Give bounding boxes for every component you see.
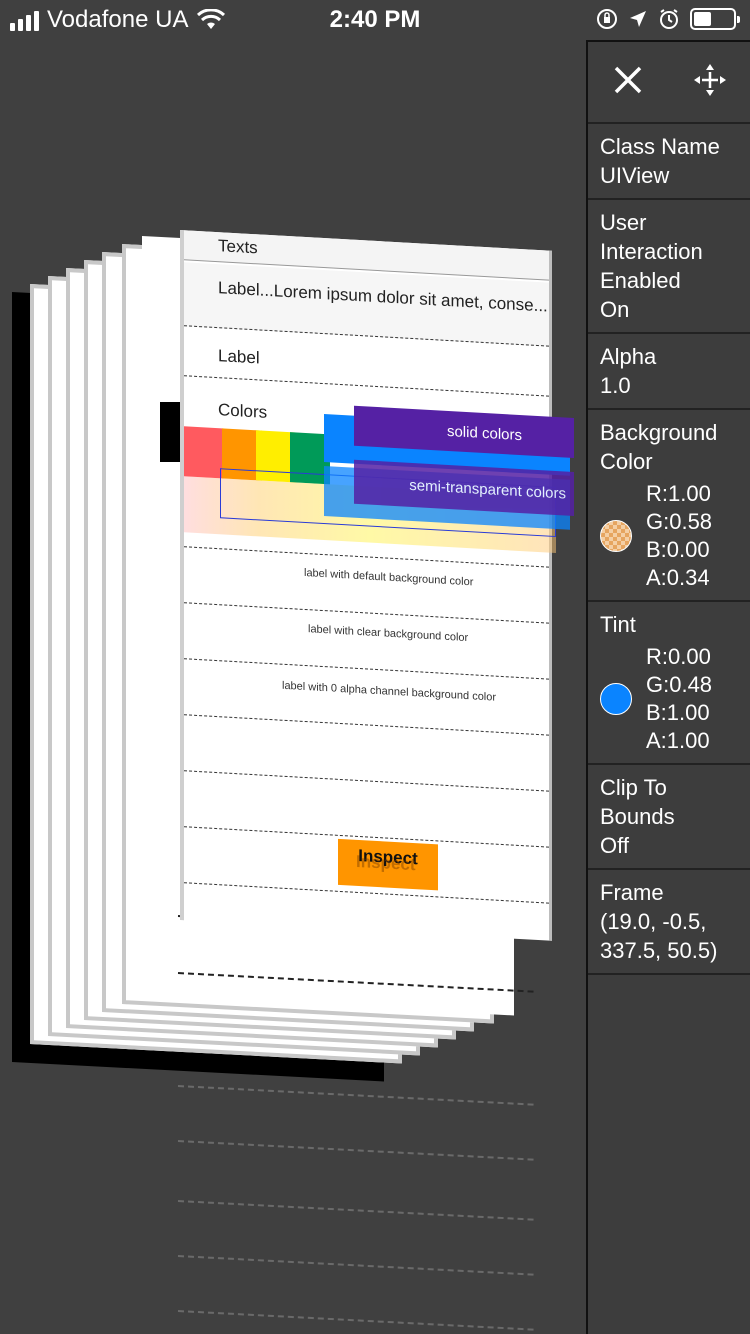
separator-line xyxy=(177,1255,534,1276)
label-default-bg: label with default background color xyxy=(304,566,474,589)
location-icon xyxy=(630,11,646,27)
background-color-label: Background Color xyxy=(600,420,718,474)
background-color-b: B:0.00 xyxy=(646,537,710,562)
user-interaction-section: User Interaction Enabled On xyxy=(588,200,750,334)
background-color-g: G:0.58 xyxy=(646,509,713,534)
user-interaction-value: On xyxy=(600,297,630,322)
clip-to-bounds-value: Off xyxy=(600,833,629,858)
view-hierarchy-3d-scene[interactable]: Texts Label...Lorem ipsum dolor sit amet… xyxy=(0,40,586,1334)
inspect-button-ghost-label: Inspect xyxy=(356,851,416,875)
alarm-icon xyxy=(660,9,678,29)
tint-b: B:1.00 xyxy=(646,700,710,725)
clip-to-bounds-section: Clip To Bounds Off xyxy=(588,765,750,870)
separator-line xyxy=(177,1200,534,1221)
background-color-a: A:0.34 xyxy=(646,565,710,590)
tint-section: Tint R:0.00 G:0.48 B:1.00 A:1.00 xyxy=(588,602,750,765)
alpha-value: 1.0 xyxy=(600,373,631,398)
front-layer[interactable]: Texts Label...Lorem ipsum dolor sit amet… xyxy=(180,230,574,941)
tint-g: G:0.48 xyxy=(646,672,713,697)
tint-label: Tint xyxy=(600,612,636,637)
orientation-lock-icon xyxy=(597,9,617,29)
background-color-swatch xyxy=(600,520,632,552)
label-clear-bg: label with clear background color xyxy=(308,623,469,645)
user-interaction-label: User Interaction Enabled xyxy=(600,210,703,293)
separator-line xyxy=(177,1310,534,1331)
semi-transparent-colors-label: semi-transparent colors xyxy=(409,476,566,503)
close-icon[interactable] xyxy=(608,60,648,100)
frame-label: Frame xyxy=(600,880,664,905)
alpha-label: Alpha xyxy=(600,344,657,369)
frame-section: Frame (19.0, -0.5, 337.5, 50.5) xyxy=(588,870,750,975)
tint-a: A:1.00 xyxy=(646,728,710,753)
section-title-texts: Texts xyxy=(218,236,258,258)
clip-to-bounds-label: Clip To Bounds xyxy=(600,775,675,829)
alpha-section: Alpha 1.0 xyxy=(588,334,750,410)
separator-line xyxy=(177,1085,534,1106)
solid-colors-label: solid colors xyxy=(446,422,522,445)
class-name-section: Class Name UIView xyxy=(588,124,750,200)
background-color-section: Background Color R:1.00 G:0.58 B:0.00 A:… xyxy=(588,410,750,602)
separator-line xyxy=(177,1140,534,1161)
frame-value: (19.0, -0.5, 337.5, 50.5) xyxy=(600,909,718,963)
class-name-value: UIView xyxy=(600,163,670,188)
label: Label xyxy=(218,346,260,368)
inspector-toolbar xyxy=(588,42,750,124)
inspector-panel: Class Name UIView User Interaction Enabl… xyxy=(586,40,750,1334)
separator-line xyxy=(184,714,549,736)
separator-line xyxy=(184,658,549,680)
label-long: Label...Lorem ipsum dolor sit amet, cons… xyxy=(218,278,548,316)
label-zero-alpha-bg: label with 0 alpha channel background co… xyxy=(282,679,497,704)
separator-line xyxy=(184,602,549,624)
battery-icon xyxy=(690,8,740,30)
swatch-red xyxy=(184,426,224,479)
tint-swatch xyxy=(600,683,632,715)
separator-line xyxy=(184,770,549,792)
section-title-colors: Colors xyxy=(218,400,268,422)
class-name-label: Class Name xyxy=(600,134,720,159)
tint-r: R:0.00 xyxy=(646,644,711,669)
status-bar: Vodafone UA 2:40 PM xyxy=(0,0,750,40)
background-color-r: R:1.00 xyxy=(646,481,711,506)
move-arrows-icon[interactable] xyxy=(692,62,728,98)
